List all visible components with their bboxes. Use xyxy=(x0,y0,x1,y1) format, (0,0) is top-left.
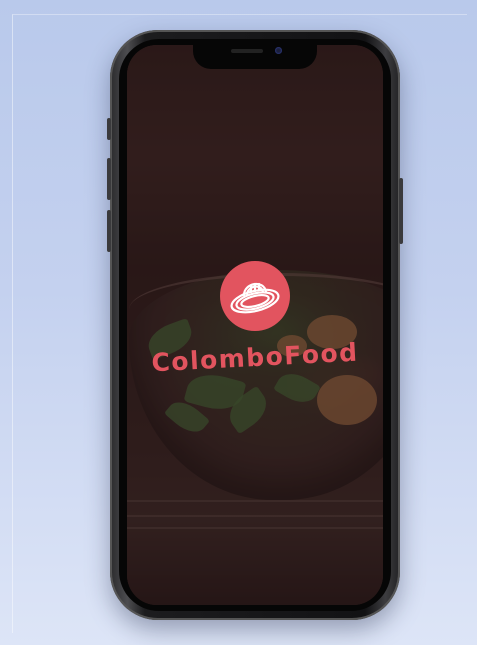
sombrero-vueltiao-icon xyxy=(230,282,280,314)
silent-switch xyxy=(107,118,111,140)
volume-up-button xyxy=(107,158,111,200)
front-camera-icon xyxy=(275,47,282,54)
splash-screen: ColomboFood xyxy=(127,45,383,605)
notch xyxy=(193,45,317,69)
brand-name: ColomboFood xyxy=(150,337,360,378)
power-button xyxy=(399,178,403,244)
brand-logo: ColomboFood xyxy=(127,45,383,605)
logo-badge xyxy=(220,261,290,331)
speaker-grille xyxy=(231,49,263,53)
volume-down-button xyxy=(107,210,111,252)
phone-mockup: ColomboFood xyxy=(107,30,403,620)
